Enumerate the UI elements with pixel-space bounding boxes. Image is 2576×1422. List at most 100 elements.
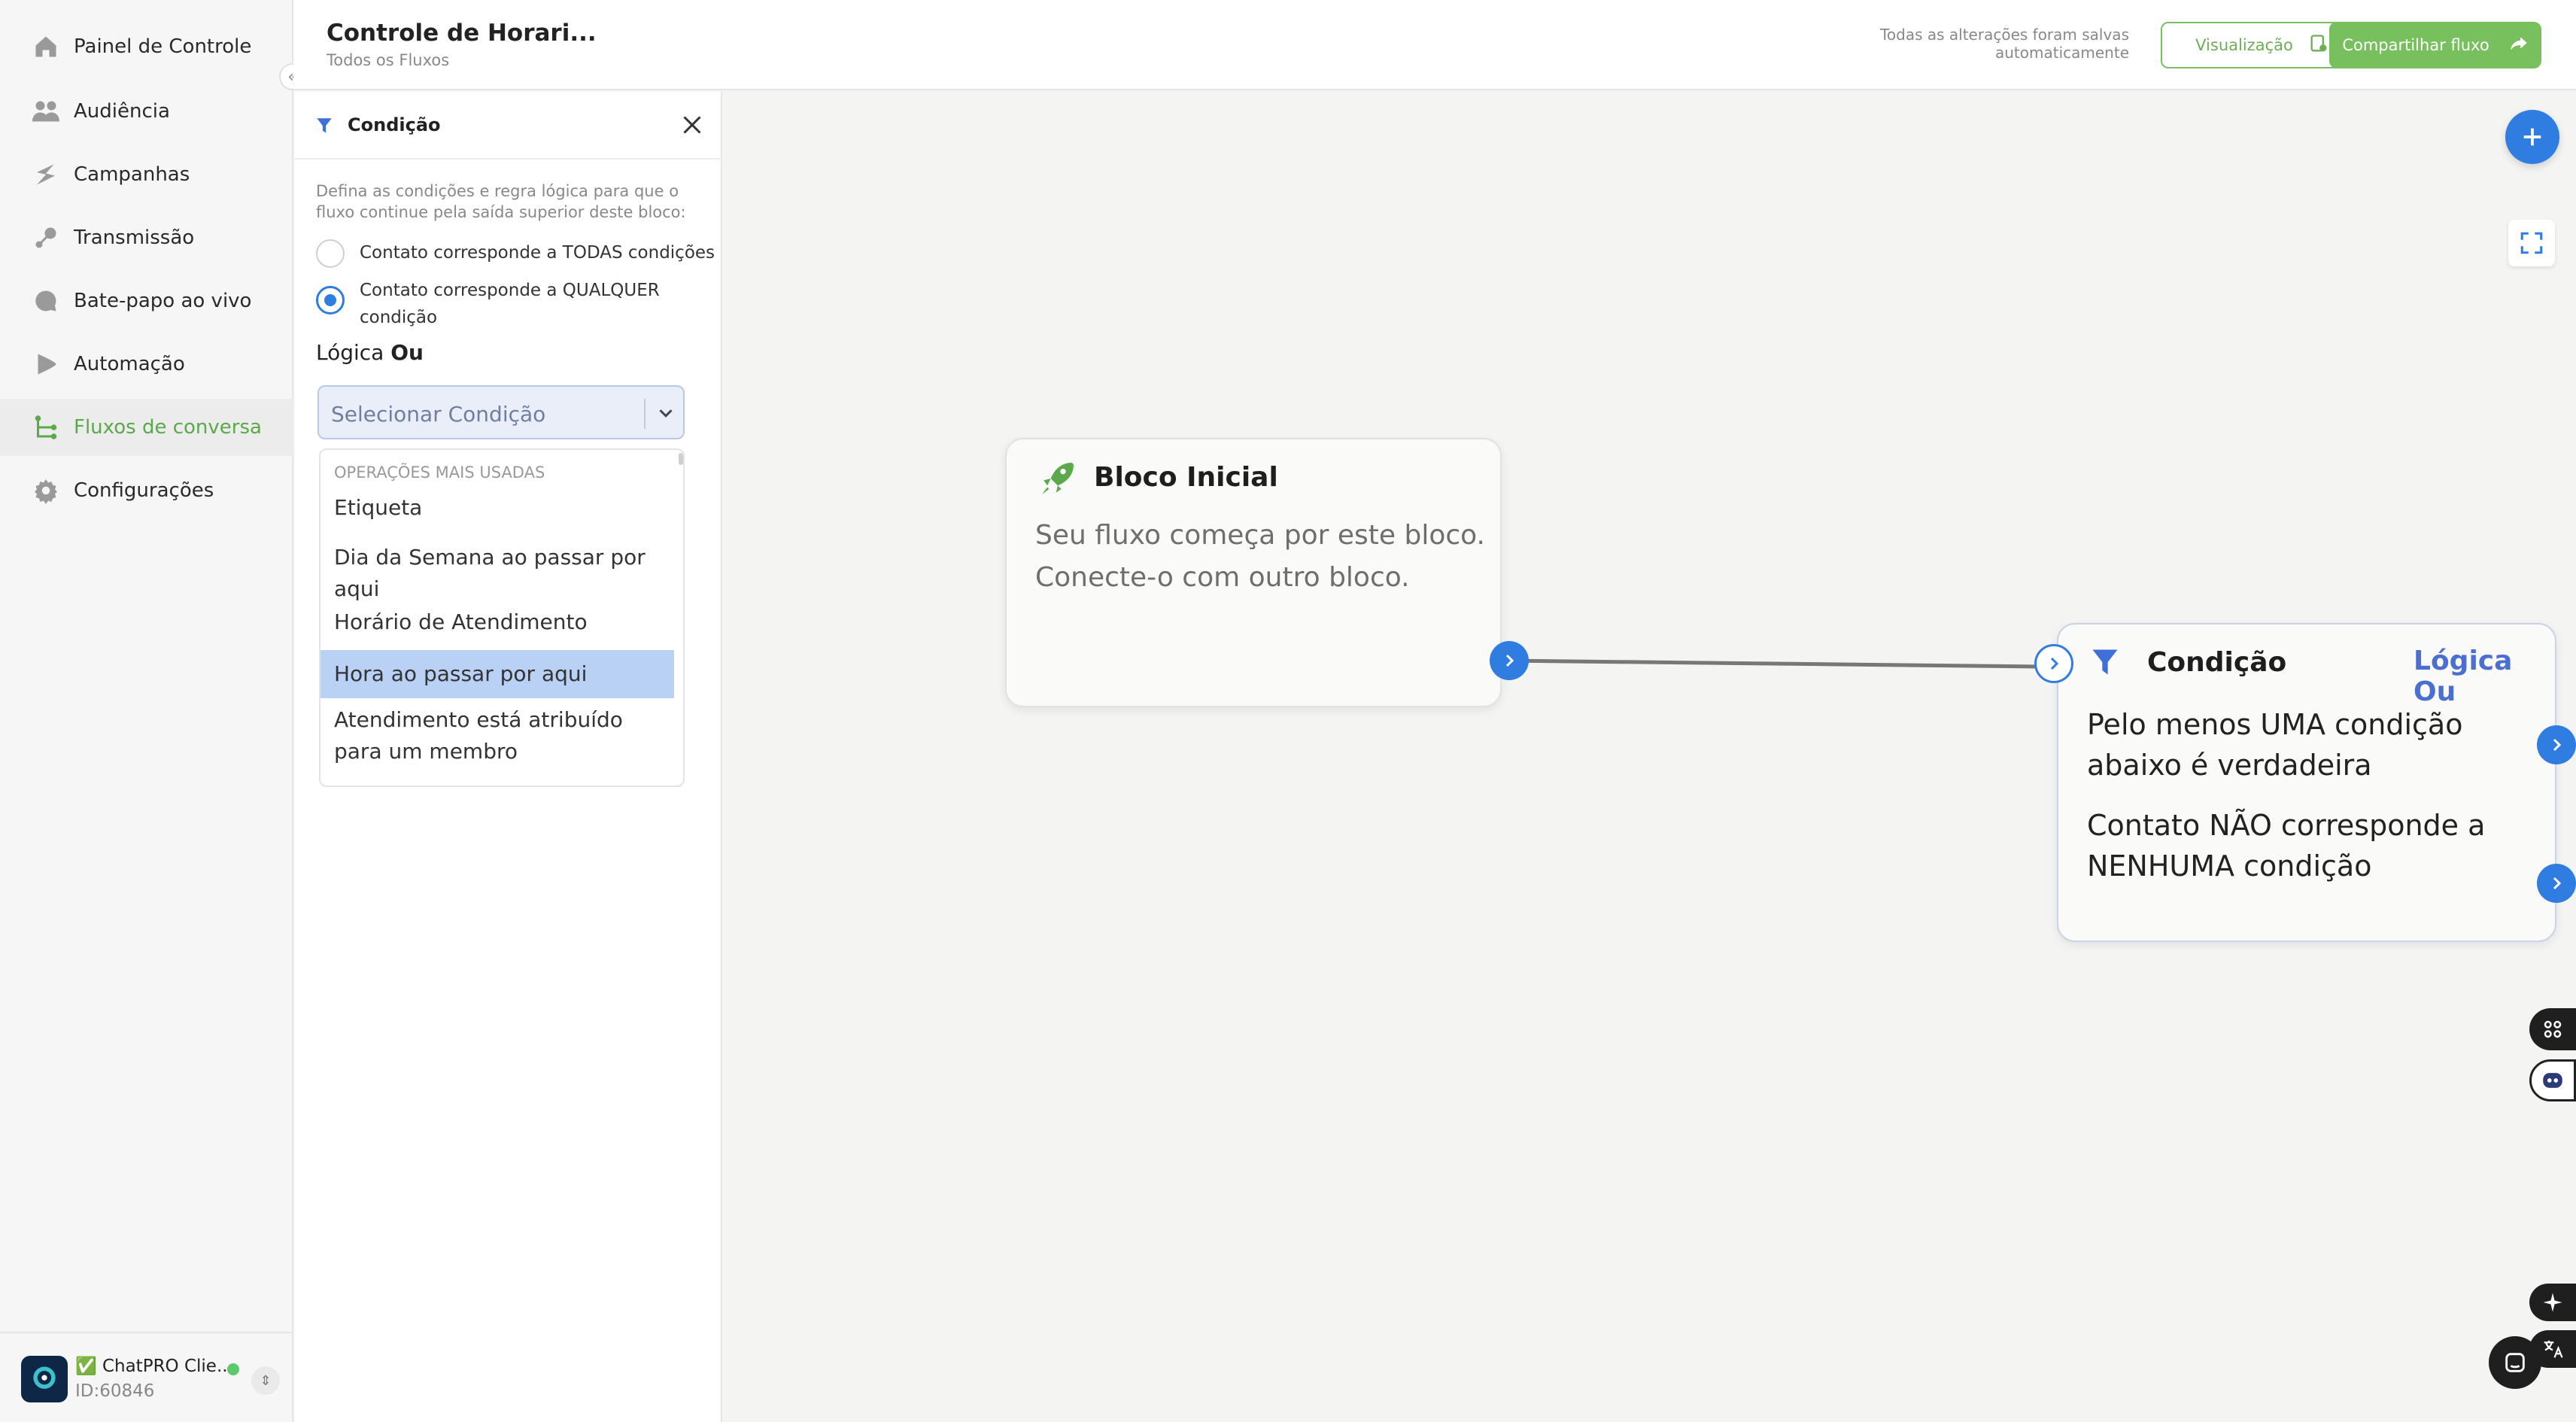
sidebar-item-transmissao[interactable]: Transmissão <box>0 209 293 266</box>
select-divider <box>644 399 646 429</box>
condition-true-output-text: Pelo menos UMA condição abaixo é verdade… <box>2087 708 2463 782</box>
sidebar-item-fluxos-de-conversa[interactable]: Fluxos de conversa <box>0 399 293 456</box>
condition-true-output-handle[interactable] <box>2537 725 2576 764</box>
chevron-right-icon <box>2553 738 2562 752</box>
dropdown-option[interactable]: Dia da Semana ao passar por aqui <box>320 542 674 605</box>
share-button-label: Compartilhar fluxo <box>2342 36 2489 54</box>
filter-icon <box>314 116 334 138</box>
sidebar-item-audiencia[interactable]: Audiência <box>0 83 293 140</box>
condition-block-logic: Lógica Ou <box>2413 646 2513 707</box>
sidebar-item-bate-papo[interactable]: Bate-papo ao vivo <box>0 272 293 330</box>
condition-select[interactable]: Selecionar Condição <box>317 385 685 439</box>
radio-button-selected[interactable] <box>316 286 345 314</box>
panel-header: Condição <box>295 92 722 160</box>
account-avatar <box>21 1356 68 1402</box>
fullscreen-button[interactable] <box>2508 220 2555 266</box>
account-name: ✅ ChatPRO Clie... <box>75 1357 233 1376</box>
radio-label: Contato corresponde a TODAS condições <box>360 243 715 263</box>
sidebar-item-label: Automação <box>74 353 185 375</box>
chevron-up-down-icon[interactable]: ⇕ <box>251 1366 280 1395</box>
dropdown-option[interactable]: Etiqueta <box>320 492 674 524</box>
start-block-output-handle[interactable] <box>1490 641 1529 680</box>
header: Controle de Horari... Todos os Fluxos To… <box>293 0 2576 90</box>
panel-title: Condição <box>348 114 441 135</box>
sidebar-item-label: Campanhas <box>74 163 190 186</box>
flow-canvas[interactable]: Bloco Inicial Seu fluxo começa por este … <box>724 92 2576 1422</box>
chevron-right-icon <box>2553 877 2562 890</box>
sidebar-item-automacao[interactable]: Automação <box>0 336 293 393</box>
condition-panel: Condição Defina as condições e regra lóg… <box>295 92 722 1422</box>
chevron-right-icon <box>1505 654 1514 667</box>
gear-icon <box>30 475 62 506</box>
sidebar-item-label: Audiência <box>74 100 170 123</box>
account-switcher[interactable]: ✅ ChatPRO Clie... ID:60846 ⇕ <box>0 1332 293 1422</box>
dropdown-option[interactable]: Atendimento está atribuído para um membr… <box>320 704 674 767</box>
start-block-title: Bloco Inicial <box>1094 462 1278 493</box>
preview-button-label: Visualização <box>2195 36 2293 54</box>
block-connector <box>1502 658 2040 669</box>
assistant-bot-button[interactable] <box>2529 1059 2576 1101</box>
sidebar-item-campanhas[interactable]: Campanhas <box>0 146 293 203</box>
sidebar-item-painel-de-controle[interactable]: Painel de Controle <box>0 18 293 75</box>
condition-false-output-handle[interactable] <box>2537 864 2576 903</box>
home-icon <box>30 31 62 62</box>
panel-description: Defina as condições e regra lógica para … <box>316 182 686 221</box>
start-block-text: Seu fluxo começa por este bloco. Conecte… <box>1035 520 1485 593</box>
broadcast-icon <box>30 222 62 254</box>
dropdown-option[interactable]: Horário de Atendimento <box>320 606 674 638</box>
condition-block-input-handle[interactable] <box>2034 644 2073 683</box>
account-id: ID:60846 <box>75 1381 155 1401</box>
filter-icon <box>2088 646 2122 682</box>
plus-icon <box>2523 128 2541 146</box>
share-flow-button[interactable]: Compartilhar fluxo <box>2329 22 2541 68</box>
share-icon <box>2509 34 2529 57</box>
rocket-icon <box>1037 457 1079 503</box>
radio-any-condition[interactable]: Contato corresponde a QUALQUER condição <box>316 277 692 331</box>
grid-icon <box>2544 1020 2562 1038</box>
campaign-icon <box>30 159 62 190</box>
chevron-down-icon[interactable] <box>655 402 677 424</box>
expand-icon <box>2520 232 2543 254</box>
chat-bubble-icon <box>30 285 62 317</box>
select-placeholder: Selecionar Condição <box>331 402 546 427</box>
dropdown-option-highlighted[interactable]: Hora ao passar por aqui <box>320 650 674 698</box>
condition-dropdown-menu: OPERAÇÕES MAIS USADAS Etiqueta Dia da Se… <box>319 448 685 787</box>
sidebar-item-label: Fluxos de conversa <box>74 416 262 439</box>
bot-icon <box>2543 1073 2562 1088</box>
sidebar-item-label: Painel de Controle <box>74 35 252 58</box>
radio-button[interactable] <box>316 239 345 268</box>
flow-title[interactable]: Controle de Horari... <box>327 20 597 47</box>
logic-value: Ou <box>390 340 424 365</box>
logic-indicator: Lógica Ou <box>316 340 424 365</box>
apps-widget-button[interactable] <box>2529 1008 2576 1050</box>
sidebar-item-label: Configurações <box>74 479 214 502</box>
online-status-dot <box>227 1363 239 1375</box>
save-status: Todas as alterações foram salvas automat… <box>1880 26 2129 62</box>
sidebar-item-configuracoes[interactable]: Configurações <box>0 462 293 519</box>
ai-sparkle-button[interactable] <box>2529 1284 2576 1321</box>
logic-label: Lógica <box>316 340 391 365</box>
users-icon <box>30 96 62 127</box>
sidebar: Painel de Controle Audiência Campanhas T… <box>0 0 293 1422</box>
dropdown-group-header: OPERAÇÕES MAIS USADAS <box>334 463 545 482</box>
sparkle-icon <box>2543 1293 2562 1312</box>
sidebar-item-label: Bate-papo ao vivo <box>74 290 252 312</box>
chat-icon <box>2505 1353 2525 1372</box>
play-icon <box>30 348 62 380</box>
support-chat-button[interactable] <box>2489 1336 2541 1389</box>
preview-icon <box>2308 33 2329 58</box>
scrollbar[interactable] <box>679 453 683 465</box>
radio-all-conditions[interactable]: Contato corresponde a TODAS condições <box>316 239 715 268</box>
chevron-right-icon <box>2050 657 2059 670</box>
add-block-button[interactable] <box>2505 110 2559 164</box>
sidebar-item-label: Transmissão <box>74 226 195 249</box>
breadcrumb[interactable]: Todos os Fluxos <box>327 51 449 69</box>
condition-block-title: Condição <box>2147 647 2287 678</box>
radio-label: Contato corresponde a QUALQUER condição <box>360 281 660 327</box>
condition-false-output-text: Contato NÃO corresponde a NENHUMA condiç… <box>2087 809 2486 883</box>
start-block[interactable]: Bloco Inicial Seu fluxo começa por este … <box>1005 438 1502 707</box>
translate-icon <box>2544 1340 2563 1358</box>
close-icon[interactable] <box>679 111 706 138</box>
flow-icon <box>30 412 62 443</box>
condition-block[interactable]: Condição Lógica Ou Pelo menos UMA condiç… <box>2057 623 2556 942</box>
